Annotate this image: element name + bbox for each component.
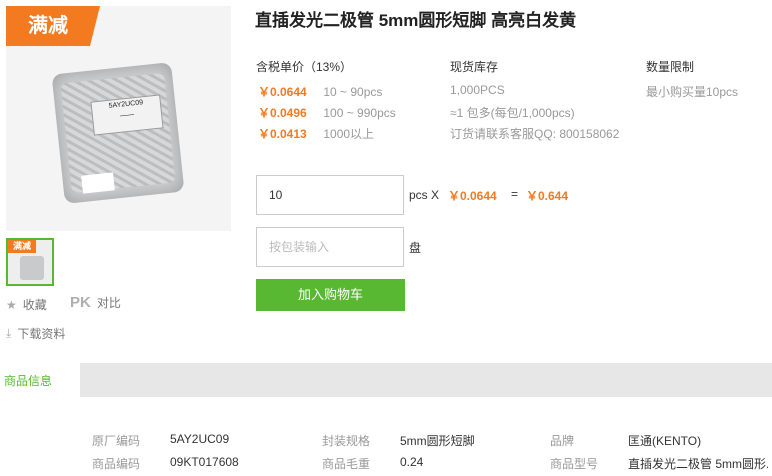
attribute-value-wrap: 直插发光二极管 5mm圆形... bbox=[628, 455, 768, 472]
attribute-value: 匡通(KENTO) bbox=[628, 434, 702, 448]
tier-price: ￥0.0496 bbox=[258, 106, 307, 120]
attribute-value-wrap: 5mm圆形短脚 bbox=[400, 432, 475, 449]
tier-range: 100 ~ 990pcs bbox=[323, 106, 396, 120]
attribute-key: 原厂编码 bbox=[92, 434, 141, 448]
attribute-item: 商品编码 bbox=[92, 455, 140, 472]
favorite-button[interactable]: ★ 收藏 bbox=[6, 296, 47, 313]
attribute-key: 封装规格 bbox=[322, 434, 371, 448]
tier-price: ￥0.0644 bbox=[258, 85, 307, 99]
attribute-value: 0.24 bbox=[400, 455, 424, 469]
order-total: ￥0.644 bbox=[526, 189, 569, 203]
tier-price: ￥0.0413 bbox=[258, 127, 307, 141]
package-sticker bbox=[81, 172, 115, 194]
attribute-value: 09KT017608 bbox=[170, 455, 239, 469]
price-header: 含税单价（13%） bbox=[256, 60, 353, 74]
attribute-value-wrap: 0.24 bbox=[400, 455, 423, 469]
product-title: 直插发光二极管 5mm圆形短脚 高亮白发黄 bbox=[255, 11, 577, 30]
compare-label: 对比 bbox=[96, 296, 121, 310]
stock-quantity: 1,000PCS bbox=[450, 83, 505, 97]
add-to-cart-button[interactable]: 加入购物车 bbox=[256, 279, 405, 311]
attribute-value-wrap: 匡通(KENTO) bbox=[628, 432, 701, 449]
download-icon: ⤓ bbox=[6, 326, 12, 340]
tier-range: 10 ~ 90pcs bbox=[323, 85, 383, 99]
attribute-value: 5mm圆形短脚 bbox=[400, 434, 475, 448]
package-label-sub: —— bbox=[119, 111, 135, 120]
tab-product-info[interactable]: 商品信息 bbox=[0, 363, 80, 397]
attribute-item: 封装规格 bbox=[322, 432, 370, 449]
thumbnail-discount-badge: 满减 bbox=[8, 240, 36, 253]
download-docs-button[interactable]: ⤓ 下载资料 bbox=[6, 325, 65, 342]
price-tier-row: ￥0.0496 100 ~ 990pcs bbox=[258, 104, 396, 121]
product-package-label: 5AY2UC09 —— bbox=[90, 94, 164, 136]
package-label-text: 5AY2UC09 bbox=[108, 99, 144, 110]
attribute-item: 商品型号 bbox=[550, 455, 598, 472]
attribute-key: 商品编码 bbox=[92, 457, 141, 471]
limit-text: 最小购买量10pcs bbox=[646, 85, 739, 99]
package-quantity-input[interactable] bbox=[256, 227, 404, 267]
limit-header: 数量限制 bbox=[646, 60, 695, 74]
attribute-item: 原厂编码 bbox=[92, 432, 140, 449]
attribute-value: 5AY2UC09 bbox=[170, 432, 230, 446]
attribute-key: 商品毛重 bbox=[322, 457, 371, 471]
attribute-value-wrap: 5AY2UC09 bbox=[170, 432, 229, 446]
compare-button[interactable]: PK 对比 bbox=[70, 294, 121, 311]
tier-range: 1000以上 bbox=[323, 127, 375, 141]
attribute-key: 商品型号 bbox=[550, 457, 599, 471]
attribute-item: 商品毛重 bbox=[322, 455, 370, 472]
package-unit: 盘 bbox=[409, 241, 422, 255]
product-thumbnail[interactable]: 满减 bbox=[6, 238, 54, 286]
attribute-value: 直插发光二极管 5mm圆形... bbox=[628, 457, 768, 471]
stock-header: 现货库存 bbox=[450, 60, 499, 74]
quantity-unit: pcs X bbox=[409, 188, 440, 202]
equals-sign: = bbox=[511, 187, 519, 201]
download-label: 下载资料 bbox=[17, 327, 66, 341]
pk-icon: PK bbox=[70, 294, 91, 311]
quantity-input[interactable] bbox=[256, 175, 404, 215]
attribute-value-wrap: 09KT017608 bbox=[170, 455, 239, 469]
discount-badge: 满减 bbox=[6, 6, 100, 46]
stock-contact: 订货请联系客服QQ: 800158062 bbox=[450, 127, 620, 141]
tab-bar bbox=[0, 363, 772, 397]
price-tier-row: ￥0.0413 1000以上 bbox=[258, 125, 374, 142]
thumbnail-bag-picture bbox=[20, 256, 44, 280]
stock-pack-info: ≈1 包多(每包/1,000pcs) bbox=[450, 106, 575, 120]
attribute-item: 品牌 bbox=[550, 432, 574, 449]
favorite-label: 收藏 bbox=[22, 298, 47, 312]
price-tier-row: ￥0.0644 10 ~ 90pcs bbox=[258, 83, 382, 100]
star-icon: ★ bbox=[6, 297, 17, 312]
attribute-key: 品牌 bbox=[550, 434, 575, 448]
order-unit-price: ￥0.0644 bbox=[448, 189, 497, 203]
